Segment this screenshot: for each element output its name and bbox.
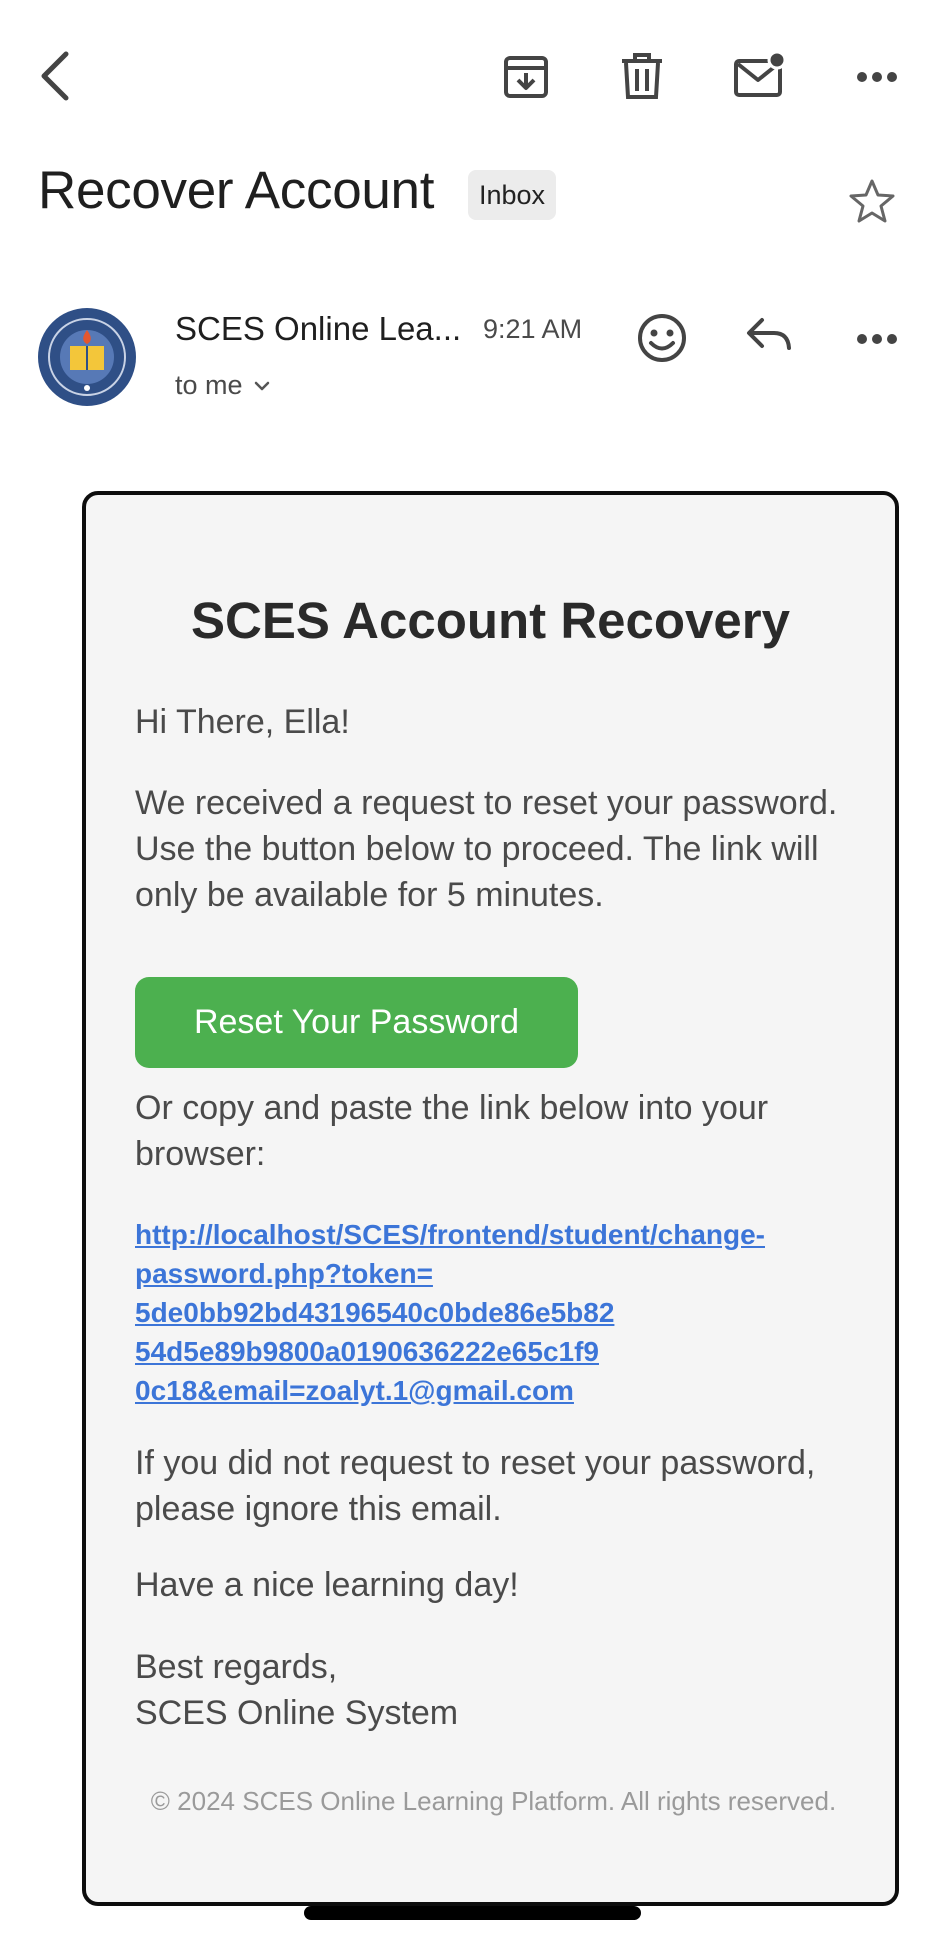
signoff-sender: SCES Online System [135,1694,459,1732]
inbox-label-badge[interactable]: Inbox [468,170,557,220]
reset-password-button[interactable]: Reset Your Password [135,977,578,1068]
reply-icon [747,318,791,350]
reset-link-line: 0c18&email=zoalyt.1@gmail.com [135,1375,574,1406]
archive-icon [504,56,548,98]
smiley-icon [638,314,686,362]
reply-button[interactable] [744,314,794,354]
trash-icon [622,53,662,99]
reset-link-line: password.php?token= [135,1258,433,1289]
recipient-toggle[interactable]: to me [175,370,271,401]
reset-link-line: 5de0bb92bd43196540c0bde86e5b82 [135,1297,615,1328]
reset-instructions: We received a request to reset your pass… [135,784,838,914]
back-arrow-icon [41,51,69,101]
copy-link-instructions: Or copy and paste the link below into yo… [135,1089,769,1173]
email-subject: Recover Account [38,161,435,220]
recipient-label: to me [175,370,243,400]
chevron-down-icon [254,381,269,390]
more-icon [857,334,897,344]
school-logo-icon [39,309,135,405]
email-time: 9:21 AM [483,314,583,344]
email-body-card: SCES Account Recovery Hi There, Ella! We… [82,491,899,1906]
closing-message: Have a nice learning day! [135,1566,519,1604]
sender-name[interactable]: SCES Online Lea... [175,310,461,348]
delete-button[interactable] [614,50,670,104]
greeting: Hi There, Ella! [135,703,350,741]
message-more-button[interactable] [852,322,902,356]
reset-link-line: 54d5e89b9800a0190636222e65c1f9 [135,1336,599,1367]
more-options-button[interactable] [852,60,902,94]
reset-link-line: http://localhost/SCES/frontend/student/c… [135,1219,765,1250]
reset-link[interactable]: http://localhost/SCES/frontend/student/c… [135,1215,865,1410]
signoff: Best regards, SCES Online System [135,1644,855,1736]
more-icon [857,72,897,82]
archive-button[interactable] [498,50,554,104]
body-title: SCES Account Recovery [191,592,790,649]
home-indicator[interactable] [304,1906,641,1920]
back-button[interactable] [28,46,80,106]
react-button[interactable] [634,310,690,366]
mark-unread-icon [734,51,787,97]
signoff-line: Best regards, [135,1648,338,1686]
sender-avatar[interactable] [38,308,136,406]
star-icon [849,179,895,223]
ignore-notice: If you did not request to reset your pas… [135,1444,816,1528]
copyright-footer: © 2024 SCES Online Learning Platform. Al… [150,1786,837,1816]
mark-unread-button[interactable] [730,48,790,104]
top-toolbar [0,0,946,150]
star-button[interactable] [848,178,896,229]
